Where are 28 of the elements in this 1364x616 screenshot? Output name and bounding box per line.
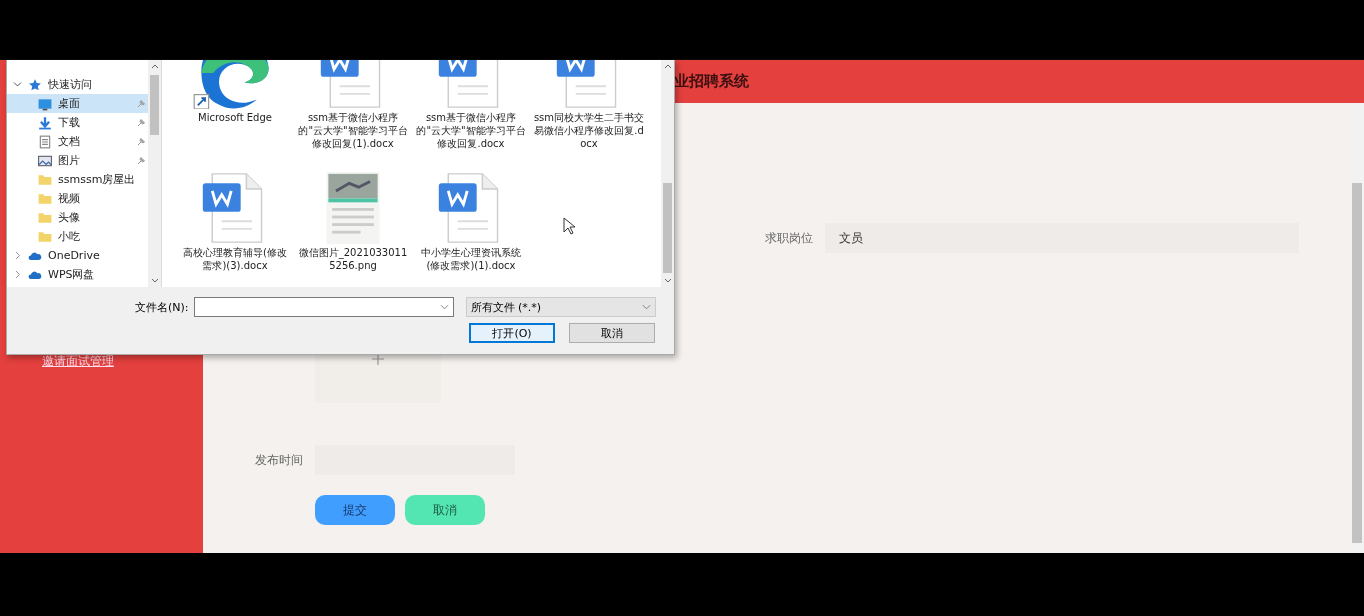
tree-item[interactable]: 桌面: [7, 94, 148, 113]
file-item[interactable]: 微信图片_20210330115256.png: [297, 246, 409, 272]
tree-item[interactable]: 下载: [7, 113, 148, 132]
file-item[interactable]: ssm同校大学生二手书交易微信小程序修改回复.docx: [533, 111, 645, 150]
submit-button[interactable]: 提交: [315, 495, 395, 525]
field-label: 求职岗位: [765, 231, 813, 245]
tree-item[interactable]: ssmssm房屋出: [7, 170, 148, 189]
tree-item[interactable]: 图片: [7, 151, 148, 170]
file-item[interactable]: 高校心理教育辅导(修改需求)(3).docx: [179, 246, 291, 272]
cancel-button[interactable]: 取消: [405, 495, 485, 525]
field-label: 文件名(N):: [135, 299, 189, 315]
file-type-dropdown[interactable]: 所有文件 (*.*): [465, 297, 656, 317]
file-item[interactable]: 中小学生心理资讯系统(修改需求)(1).docx: [415, 246, 527, 272]
cancel-button[interactable]: 取消: [569, 323, 655, 343]
tree-item[interactable]: 文档: [7, 132, 148, 151]
file-item[interactable]: ssm基于微信小程序的"云大学"智能学习平台修改回复(1).docx: [297, 111, 409, 150]
tree-item[interactable]: 快速访问: [7, 75, 148, 94]
tree-item[interactable]: WPS网盘: [7, 265, 148, 284]
field-label: 发布时间: [255, 453, 303, 467]
app-title: 业招聘系统: [674, 72, 749, 91]
tree-item[interactable]: OneDrive: [7, 246, 148, 265]
tree-item[interactable]: 视频: [7, 189, 148, 208]
tree-item[interactable]: 头像: [7, 208, 148, 227]
text-field[interactable]: 文员: [825, 223, 1299, 253]
open-button[interactable]: 打开(O): [469, 323, 555, 343]
file-item[interactable]: Microsoft Edge: [179, 111, 291, 124]
file-item[interactable]: ssm基于微信小程序的"云大学"智能学习平台修改回复.docx: [415, 111, 527, 150]
tree-item[interactable]: 小吃: [7, 227, 148, 246]
